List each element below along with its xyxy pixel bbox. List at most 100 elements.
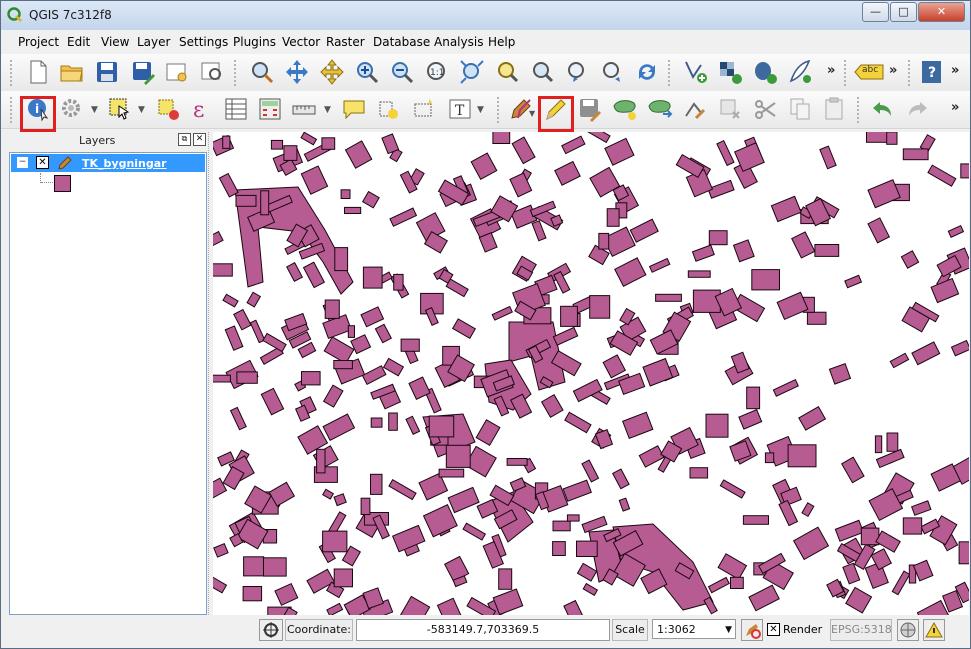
toggle-extents-icon[interactable]	[259, 619, 283, 641]
help-icon[interactable]: ?	[919, 59, 945, 85]
building-footprint	[902, 517, 923, 535]
coordinate-field[interactable]: -583149.7,703369.5	[356, 619, 610, 641]
building-footprint	[260, 190, 270, 216]
menu-database[interactable]: Database	[373, 35, 430, 49]
toolbar-handle[interactable]	[10, 60, 15, 86]
building-footprint	[792, 526, 830, 561]
building-footprint	[344, 206, 362, 215]
attribute-table-icon[interactable]	[223, 96, 249, 122]
layer-symbol-swatch[interactable]	[54, 175, 71, 192]
new-bookmark-icon[interactable]	[376, 96, 402, 122]
pan-map-icon[interactable]	[249, 59, 275, 85]
run-feature-action-icon[interactable]	[59, 96, 85, 122]
refresh-icon[interactable]	[634, 59, 660, 85]
chevron-down-icon[interactable]: ▼	[477, 105, 484, 115]
menu-project[interactable]: Project	[18, 35, 59, 49]
pan-to-selection-icon[interactable]	[284, 59, 310, 85]
toolbar-overflow-icon[interactable]: »	[951, 63, 959, 78]
close-panel-icon[interactable]: ✕	[193, 133, 206, 146]
add-vector-layer-icon[interactable]	[683, 59, 709, 85]
close-button[interactable]: ✕	[918, 2, 965, 22]
text-annotation-icon[interactable]: T	[447, 96, 473, 122]
delete-selected-icon[interactable]	[717, 96, 743, 122]
toolbar-handle[interactable]	[234, 60, 239, 86]
toolbar-overflow-icon[interactable]: »	[951, 100, 959, 115]
deselect-features-icon[interactable]	[155, 96, 181, 122]
redo-icon[interactable]	[904, 96, 930, 122]
menu-edit[interactable]: Edit	[67, 35, 90, 49]
save-as-icon[interactable]	[130, 59, 156, 85]
toolbar-handle[interactable]	[908, 60, 913, 86]
add-postgis-layer-icon[interactable]	[752, 59, 778, 85]
scale-combobox[interactable]: 1:3062 ▼	[652, 619, 736, 639]
pan-selected-icon[interactable]	[319, 59, 345, 85]
zoom-to-selection-icon[interactable]	[494, 59, 520, 85]
zoom-full-icon[interactable]	[459, 59, 485, 85]
save-project-icon[interactable]	[94, 59, 120, 85]
crs-globe-icon[interactable]	[897, 619, 919, 641]
maximize-button[interactable]: □	[890, 2, 917, 22]
menu-view[interactable]: View	[101, 35, 129, 49]
toolbar-handle[interactable]	[497, 97, 502, 123]
float-panel-icon[interactable]: ⧉	[178, 133, 191, 146]
zoom-out-icon[interactable]	[389, 59, 415, 85]
menu-plugins[interactable]: Plugins	[233, 35, 276, 49]
toolbar-handle[interactable]	[844, 60, 849, 86]
map-tips-icon[interactable]	[341, 96, 367, 122]
menu-analysis[interactable]: Analysis	[434, 35, 483, 49]
layer-item[interactable]: − ✕ TK_bygningar	[11, 154, 205, 172]
chevron-down-icon[interactable]: ▼	[138, 105, 145, 115]
minimize-button[interactable]: —	[862, 2, 889, 22]
building-footprint	[301, 371, 321, 386]
crs-status[interactable]: EPSG:5318	[830, 619, 892, 641]
toolbar-overflow-icon[interactable]: »	[827, 63, 835, 78]
messages-warning-icon[interactable]	[923, 619, 945, 641]
cut-features-icon[interactable]	[752, 96, 778, 122]
menu-raster[interactable]: Raster	[326, 35, 365, 49]
menu-help[interactable]: Help	[488, 35, 515, 49]
select-features-icon[interactable]	[107, 96, 133, 122]
node-tool-icon[interactable]	[682, 96, 708, 122]
svg-text:?: ?	[928, 65, 936, 81]
field-calculator-icon[interactable]	[257, 96, 283, 122]
new-project-icon[interactable]	[25, 59, 51, 85]
composer-manager-icon[interactable]	[199, 59, 225, 85]
chevron-down-icon[interactable]: ▼	[91, 105, 98, 115]
label-tool-icon[interactable]: abc	[853, 59, 885, 85]
menu-vector[interactable]: Vector	[282, 35, 320, 49]
zoom-next-icon[interactable]	[599, 59, 625, 85]
toolbar-handle[interactable]	[10, 97, 15, 123]
chevron-down-icon[interactable]: ▼	[725, 620, 732, 640]
select-by-expression-icon[interactable]: ε	[189, 96, 215, 123]
open-project-icon[interactable]	[59, 59, 85, 85]
render-label: Render	[783, 623, 823, 636]
zoom-in-icon[interactable]	[354, 59, 380, 85]
zoom-last-icon[interactable]	[564, 59, 590, 85]
toolbar-handle[interactable]	[857, 97, 862, 123]
layer-visibility-checkbox[interactable]: ✕	[36, 156, 49, 169]
chevron-down-icon[interactable]: ▼	[324, 105, 331, 115]
toolbar-handle[interactable]	[668, 60, 673, 86]
layer-name[interactable]: TK_bygningar	[82, 157, 167, 170]
zoom-to-layer-icon[interactable]	[529, 59, 555, 85]
copy-features-icon[interactable]	[787, 96, 813, 122]
paste-features-icon[interactable]	[821, 96, 847, 122]
menu-layer[interactable]: Layer	[137, 35, 170, 49]
add-feature-icon[interactable]	[612, 96, 638, 122]
stop-render-icon[interactable]	[741, 619, 763, 641]
add-wfs-layer-icon[interactable]	[787, 59, 813, 85]
add-raster-layer-icon[interactable]	[717, 59, 743, 85]
menu-settings[interactable]: Settings	[179, 35, 228, 49]
render-checkbox[interactable]: ✕	[767, 623, 780, 636]
save-layer-edits-icon[interactable]	[577, 96, 603, 122]
measure-line-icon[interactable]	[291, 96, 317, 122]
collapse-icon[interactable]: −	[17, 157, 28, 168]
map-canvas[interactable]	[213, 132, 969, 615]
chevron-down-icon[interactable]: ▼	[529, 109, 535, 118]
toolbar-overflow-icon[interactable]: »	[889, 63, 897, 78]
move-feature-icon[interactable]	[647, 96, 673, 122]
new-print-composer-icon[interactable]	[164, 59, 190, 85]
show-bookmarks-icon[interactable]	[411, 96, 437, 122]
zoom-actual-size-icon[interactable]: 1:1	[424, 59, 450, 85]
undo-icon[interactable]	[870, 96, 896, 122]
